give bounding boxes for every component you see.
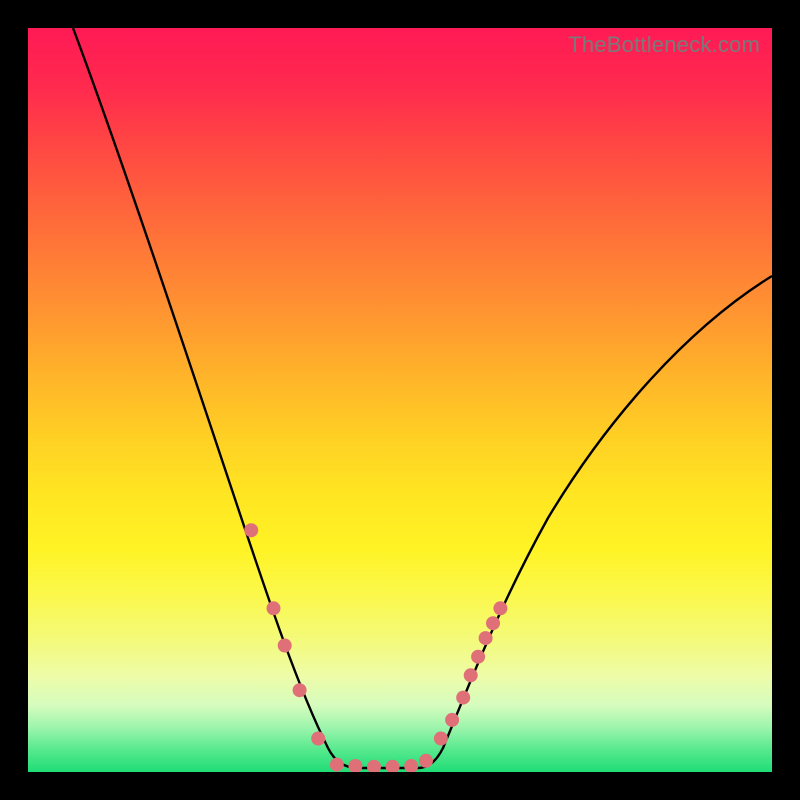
data-marker bbox=[278, 639, 292, 653]
data-marker bbox=[486, 616, 500, 630]
marker-group bbox=[244, 523, 507, 772]
bottleneck-curve bbox=[73, 28, 772, 768]
data-marker bbox=[479, 631, 493, 645]
data-marker bbox=[434, 732, 448, 746]
data-marker bbox=[386, 760, 400, 772]
data-marker bbox=[471, 650, 485, 664]
data-marker bbox=[293, 683, 307, 697]
data-marker bbox=[456, 691, 470, 705]
data-marker bbox=[404, 759, 418, 772]
data-marker bbox=[311, 732, 325, 746]
data-marker bbox=[267, 601, 281, 615]
data-marker bbox=[330, 758, 344, 772]
data-marker bbox=[493, 601, 507, 615]
data-marker bbox=[348, 759, 362, 772]
data-marker bbox=[445, 713, 459, 727]
curve-layer bbox=[28, 28, 772, 772]
plot-area: TheBottleneck.com bbox=[28, 28, 772, 772]
watermark-text: TheBottleneck.com bbox=[568, 32, 760, 58]
data-marker bbox=[367, 760, 381, 772]
data-marker bbox=[244, 523, 258, 537]
chart-stage: TheBottleneck.com bbox=[0, 0, 800, 800]
data-marker bbox=[419, 754, 433, 768]
data-marker bbox=[464, 668, 478, 682]
